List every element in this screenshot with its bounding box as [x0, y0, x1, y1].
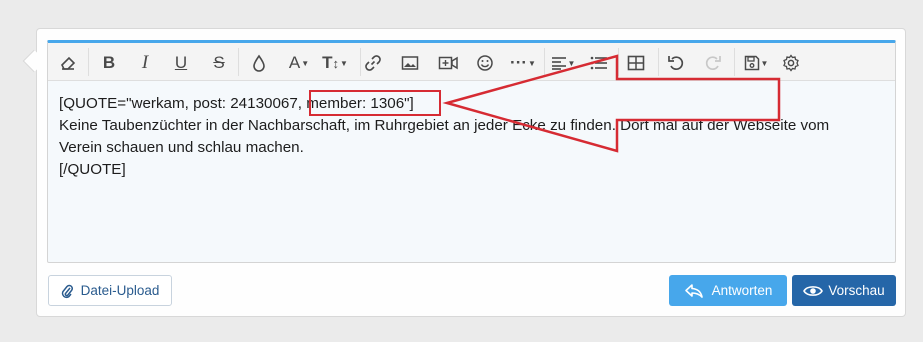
preview-button[interactable]: Vorschau: [792, 275, 896, 306]
reply-label: Antworten: [711, 283, 773, 298]
reply-icon: [684, 283, 704, 299]
reply-button[interactable]: Antworten: [669, 275, 787, 306]
paperclip-icon: [61, 283, 73, 299]
file-upload-label: Datei-Upload: [80, 283, 160, 298]
preview-label: Vorschau: [828, 283, 885, 298]
eye-icon: [803, 284, 824, 298]
file-upload-button[interactable]: Datei-Upload: [48, 275, 172, 306]
